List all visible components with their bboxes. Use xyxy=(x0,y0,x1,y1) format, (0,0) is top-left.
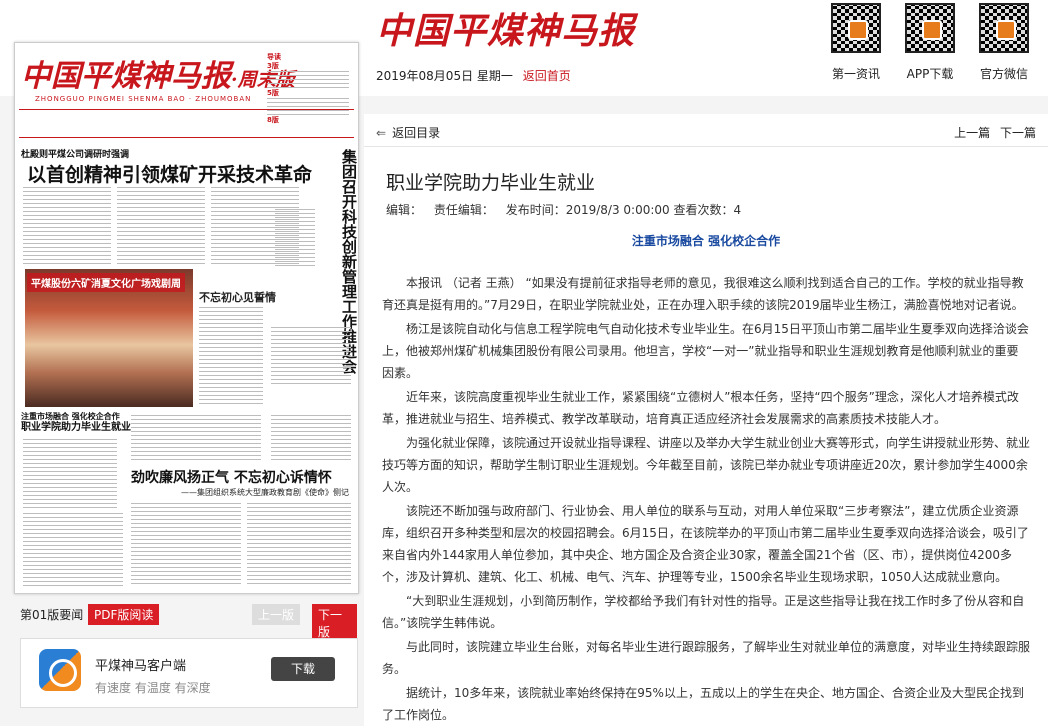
article-headline-link[interactable]: 注重市场融合 强化校企合作 职业学院助力毕业生就业 xyxy=(21,411,131,433)
text-block xyxy=(131,415,261,463)
app-promo: 平煤神马客户端 有速度 有温度 有深度 下载 xyxy=(20,638,358,708)
paragraph: 据统计，10多年来，该院就业率始终保持在95%以上，五成以上的学生在央企、地方国… xyxy=(382,686,1024,722)
text-block xyxy=(271,415,351,463)
paragraph: “大到职业生涯规划，小到简历制作，学校都给予我们有针对性的指导。正是这些指导让我… xyxy=(382,594,1025,630)
feature-headline[interactable]: 劲吹廉风扬正气 不忘初心诉情怀 xyxy=(131,467,332,487)
paragraph: 与此同时，该院建立毕业生台账，对每名毕业生进行跟踪服务，了解毕业生对就业单位的满… xyxy=(382,640,1031,676)
back-to-index[interactable]: ⇐ 返回目录 xyxy=(376,124,440,141)
newspaper-page-thumbnail[interactable]: 中国平煤神马报·周末版 ZHONGGUO PINGMEI SHENMA BAO … xyxy=(14,42,359,594)
editor-label: 编辑： xyxy=(386,203,423,217)
prev-page-button[interactable]: 上一版 xyxy=(252,604,301,625)
qr-label: APP下载 xyxy=(906,67,954,81)
article-body: 本报讯 （记者 王燕） “如果没有提前征求指导老师的意见，我很难这么顺利找到适合… xyxy=(382,272,1030,728)
newspaper-index: 导读 3版 5版 8版 xyxy=(267,53,353,125)
chief-editor-label: 责任编辑： xyxy=(433,203,494,217)
article-panel: ⇐ 返回目录 上一篇 下一篇 职业学院助力毕业生就业 编辑： 责任编辑： 发布时间… xyxy=(364,114,1048,726)
current-date: 2019年08月05日 星期一 xyxy=(376,69,513,83)
view-count: 查看次数：4 xyxy=(673,203,742,217)
qr-label: 第一资讯 xyxy=(831,67,880,81)
page-label: 第01版要闻 xyxy=(20,608,84,622)
paragraph: 本报讯 （记者 王燕） “如果没有提前征求指导老师的意见，我很难这么顺利找到适合… xyxy=(382,276,1024,312)
article-nav: 上一篇 下一篇 xyxy=(948,124,1036,141)
pdf-read-button[interactable]: PDF版阅读 xyxy=(88,604,160,625)
paragraph: 近年来，该院高度重视毕业生就业工作，紧紧围绕“立德树人”根本任务，坚持“四个服务… xyxy=(382,390,1019,426)
text-block xyxy=(247,503,351,587)
text-block xyxy=(199,307,263,407)
app-tagline: 有速度 有温度 有深度 xyxy=(95,681,211,695)
paragraph: 为强化就业保障，该院通过开设就业指导课程、讲座以及举办大学生就业创业大赛等形式，… xyxy=(382,436,1031,494)
dateline: 2019年08月05日 星期一 返回首页 xyxy=(376,67,571,84)
text-block xyxy=(275,209,315,269)
divider xyxy=(364,146,1048,147)
article-meta: 编辑： 责任编辑： 发布时间：2019/8/3 0:00:00 查看次数：4 xyxy=(386,201,749,218)
next-article-link[interactable]: 下一篇 xyxy=(1000,126,1036,140)
text-block xyxy=(23,513,123,587)
qr-code-icon xyxy=(831,3,881,53)
newspaper-masthead: 中国平煤神马报·周末版 xyxy=(21,59,295,94)
feature-subhead: ——集团组织系统大型廉政教育剧《使命》侧记 xyxy=(181,488,349,497)
site-logo[interactable]: 中国平煤神马报 xyxy=(376,2,635,54)
article-subheading: 注重市场融合 强化校企合作 xyxy=(631,234,781,248)
article-title: 职业学院助力毕业生就业 xyxy=(386,172,596,194)
qr-app-download[interactable]: APP下载 xyxy=(900,3,960,82)
app-logo-icon xyxy=(39,649,81,691)
back-arrow-icon: ⇐ xyxy=(376,126,387,140)
next-page-button[interactable]: 下一版 xyxy=(312,604,357,642)
text-block xyxy=(23,187,111,265)
article-kicker: 杜殿则平煤公司调研时强调 xyxy=(21,150,130,160)
text-block xyxy=(131,503,241,587)
page-pager: 第01版要闻 PDF版阅读 上一版 下一版 xyxy=(14,604,357,642)
download-button[interactable]: 下载 xyxy=(271,657,335,681)
prev-article-link[interactable]: 上一篇 xyxy=(954,126,990,140)
paragraph: 杨江是该院自动化与信息工程学院电气自动化技术专业毕业生。在6月15日平顶山市第二… xyxy=(382,322,1029,380)
qr-code-icon xyxy=(905,3,955,53)
app-name: 平煤神马客户端 xyxy=(95,659,187,674)
paragraph: 该院还不断加强与政府部门、行业协会、用人单位的联系与互动，对用人单位采取“三步考… xyxy=(382,504,1029,584)
text-block xyxy=(271,327,351,387)
qr-wechat[interactable]: 官方微信 xyxy=(974,3,1034,82)
newspaper-pinyin: ZHONGGUO PINGMEI SHENMA BAO · ZHOUMOBAN xyxy=(35,95,252,103)
column-headline[interactable]: 不忘初心见誓情 xyxy=(199,289,276,305)
home-link[interactable]: 返回首页 xyxy=(523,69,571,83)
lead-headline[interactable]: 以首创精神引领煤矿开采技术革命 xyxy=(27,160,312,187)
qr-code-icon xyxy=(979,3,1029,53)
text-block xyxy=(23,439,117,509)
qr-label: 官方微信 xyxy=(979,67,1028,81)
qr-news[interactable]: 第一资讯 xyxy=(826,3,886,82)
text-block xyxy=(117,187,205,265)
photo-caption: 平煤股份六矿消夏文化广场戏剧周 xyxy=(27,273,185,292)
divider xyxy=(19,137,354,138)
publish-time: 发布时间：2019/8/3 0:00:00 xyxy=(505,203,670,217)
